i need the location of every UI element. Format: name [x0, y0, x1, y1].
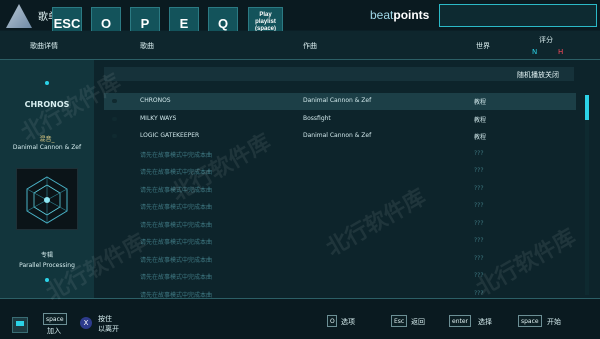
- song-row[interactable]: 请先在故事模式中完成本曲???: [104, 268, 576, 285]
- song-row[interactable]: CHRONOS Danimal Cannon & Zef 教程: [104, 93, 576, 110]
- song-row[interactable]: 请先在故事模式中完成本曲???: [104, 251, 576, 268]
- col-rating-h: H: [558, 48, 564, 56]
- album-cover: [16, 168, 78, 230]
- col-detail: 歌曲详情: [30, 42, 58, 50]
- detail-artist: Danimal Cannon & Zef: [12, 144, 82, 151]
- enter-key[interactable]: enter: [449, 315, 472, 327]
- song-world: 教程: [474, 134, 487, 141]
- song-world: ???: [474, 254, 484, 262]
- album-name: Parallel Processing: [19, 262, 75, 269]
- song-world: ???: [474, 202, 484, 209]
- player-avatar: [12, 317, 28, 333]
- song-title: LOGIC GATEKEEPER: [140, 132, 200, 139]
- song-title: 请先在故事模式中完成本曲: [140, 169, 213, 176]
- col-rating-n: N: [532, 48, 538, 56]
- up-arrow-icon[interactable]: [45, 81, 49, 85]
- song-row[interactable]: 请先在故事模式中完成本曲???: [104, 163, 576, 180]
- random-play-label: 随机播放关闭: [517, 71, 559, 79]
- song-list-panel: 随机播放关闭 CHRONOS Danimal Cannon & Zef 教程 MILK…: [94, 60, 600, 334]
- col-song[interactable]: 歌曲: [140, 41, 154, 51]
- song-title: 请先在故事模式中完成本曲: [140, 239, 213, 246]
- join-key[interactable]: space: [43, 313, 67, 325]
- song-row[interactable]: 请先在故事模式中完成本曲???: [104, 233, 576, 250]
- song-bullet-icon: [112, 134, 117, 138]
- song-composer: Danimal Cannon & Zef: [303, 97, 372, 104]
- back-label: 返回: [411, 318, 425, 326]
- scrollbar-track[interactable]: [585, 95, 589, 295]
- song-row[interactable]: LOGIC GATEKEEPER Danimal Cannon & Zef 教程: [104, 128, 576, 145]
- song-title: 请先在故事模式中完成本曲: [140, 256, 213, 264]
- join-label: 加入: [47, 327, 61, 335]
- song-title: 请先在故事模式中完成本曲: [140, 204, 213, 211]
- leave-label: 以离开: [98, 325, 119, 333]
- song-world: ???: [474, 272, 484, 279]
- random-play-toggle[interactable]: 随机播放关闭: [104, 67, 574, 81]
- space-key[interactable]: space: [518, 315, 542, 327]
- start-label: 开始: [547, 318, 561, 326]
- song-title: 请先在故事模式中完成本曲: [140, 151, 213, 159]
- song-world: ???: [474, 167, 484, 174]
- search-input[interactable]: [439, 4, 597, 27]
- song-row[interactable]: MILKY WAYS Bossfight 教程: [104, 111, 576, 128]
- song-row[interactable]: 请先在故事模式中完成本曲???: [104, 216, 576, 233]
- options-label: 选项: [341, 318, 355, 326]
- detail-song-title: CHRONOS: [24, 100, 70, 109]
- song-title: MILKY WAYS: [140, 114, 177, 122]
- song-title: CHRONOS: [140, 97, 171, 104]
- song-world: ???: [474, 289, 484, 297]
- song-title: 请先在故事模式中完成本曲: [140, 186, 213, 194]
- song-title: 请先在故事模式中完成本曲: [140, 274, 213, 281]
- song-row[interactable]: 请先在故事模式中完成本曲???: [104, 146, 576, 163]
- player-icon: [16, 321, 24, 326]
- song-row[interactable]: 请先在故事模式中完成本曲???: [104, 181, 576, 198]
- song-row[interactable]: 请先在故事模式中完成本曲???: [104, 198, 576, 215]
- top-bar: 歌单 ESC O P E Q Play playlist (space) bea…: [0, 0, 600, 38]
- hold-label: 按住: [98, 315, 112, 323]
- beatpoints-logo: beatpoints: [370, 8, 430, 22]
- song-world: ???: [474, 184, 484, 192]
- song-world: ???: [474, 237, 484, 244]
- x-button-icon[interactable]: X: [80, 317, 92, 329]
- bottom-bar: space 加入 X 按住 以离开 O 选项 Esc 返回 enter 选择 s…: [0, 298, 600, 339]
- song-detail-panel: CHRONOS 混音_ Danimal Cannon & Zef 专辑 Para…: [0, 60, 94, 298]
- options-key[interactable]: O: [327, 315, 337, 327]
- select-label: 选择: [478, 318, 492, 326]
- col-composer[interactable]: 作曲: [303, 41, 317, 51]
- song-world: 教程: [474, 99, 487, 106]
- song-composer: Bossfight: [303, 114, 331, 122]
- col-world[interactable]: 世界: [476, 41, 490, 51]
- scrollbar-thumb[interactable]: [585, 95, 589, 120]
- song-title: 请先在故事模式中完成本曲: [140, 221, 213, 229]
- song-bullet-icon: [112, 116, 117, 121]
- song-composer: Danimal Cannon & Zef: [303, 132, 372, 139]
- song-world: ???: [474, 149, 484, 157]
- song-world: 教程: [474, 116, 487, 124]
- detail-world: 混音_: [39, 136, 55, 143]
- song-bullet-icon: [112, 99, 117, 103]
- col-rating[interactable]: 评分: [539, 35, 553, 45]
- album-label: 专辑: [40, 252, 53, 259]
- down-arrow-icon[interactable]: [45, 278, 49, 282]
- back-key[interactable]: Esc: [391, 315, 408, 327]
- song-world: ???: [474, 219, 484, 227]
- playlist-logo-icon: [6, 4, 32, 28]
- column-header: 歌曲详情 歌曲 作曲 世界 评分 N H: [0, 31, 600, 60]
